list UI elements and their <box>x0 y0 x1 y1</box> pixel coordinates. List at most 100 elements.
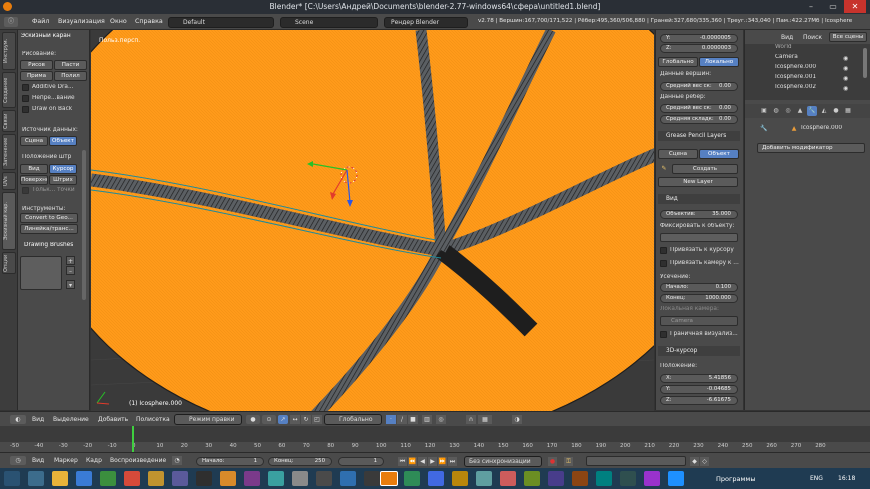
drawing-brushes-header[interactable]: Drawing Brushes <box>24 242 73 248</box>
tab-uvs[interactable]: UVs <box>2 172 16 190</box>
shelf-scrollbar[interactable] <box>82 150 86 300</box>
tl-menu-view[interactable]: Вид <box>32 457 44 464</box>
prev-keyframe-icon[interactable]: ⏪ <box>408 457 417 466</box>
occlude-icon[interactable]: ▥ <box>422 415 432 424</box>
scene-select[interactable]: Scene <box>280 17 378 28</box>
snap-icon[interactable]: ∩ <box>466 415 476 424</box>
outliner-scrollbar[interactable] <box>863 48 867 78</box>
edge-crease-field[interactable]: Средняя складк: 0.00 <box>660 115 738 124</box>
transform-z-field[interactable]: Z: 0.0000003 <box>660 44 738 53</box>
taskbar-programs[interactable]: Программы <box>716 475 755 483</box>
world-tab-icon[interactable]: ◎ <box>783 106 793 116</box>
editor-type-icon[interactable]: ⓘ <box>4 17 18 27</box>
new-layer-button[interactable]: New Layer <box>658 177 738 187</box>
manipulator-icon[interactable]: ↗ <box>278 415 288 424</box>
taskbar-app-icon[interactable] <box>620 471 636 486</box>
timeline-area[interactable]: -50-40-30-20-100102030405060708090100110… <box>0 426 870 452</box>
start-frame-field[interactable]: Начало: 1 <box>196 457 264 466</box>
modifier-tab-icon[interactable]: 🔧 <box>807 106 817 116</box>
taskbar-clock[interactable]: 16:18 <box>838 475 855 482</box>
taskbar-app-icon[interactable] <box>52 471 68 486</box>
sync-select[interactable]: Без синхронизации <box>464 456 542 467</box>
add-modifier-button[interactable]: Добавить модификатор <box>757 143 865 153</box>
grease-pencil-layers-header[interactable]: Grease Pencil Layers <box>658 131 740 141</box>
source-object-button[interactable]: Объект <box>49 136 77 146</box>
play-icon[interactable]: ▶ <box>428 457 437 466</box>
global-button[interactable]: Глобально <box>658 57 698 67</box>
taskbar-app-icon[interactable] <box>524 471 540 486</box>
taskbar-lang[interactable]: ENG <box>810 475 823 482</box>
taskbar-app-icon[interactable] <box>76 471 92 486</box>
view-section-header[interactable]: Вид <box>658 194 740 204</box>
next-keyframe-icon[interactable]: ⏩ <box>438 457 447 466</box>
engine-select[interactable]: Рендер Blender <box>384 17 468 28</box>
pivot-icon[interactable]: ⊙ <box>262 415 276 424</box>
brush-specials-icon[interactable]: ▾ <box>66 280 75 289</box>
insert-keyframe-icon[interactable]: ◆ <box>690 457 699 466</box>
keying-set-field[interactable] <box>586 456 686 466</box>
texture-tab-icon[interactable]: ▦ <box>843 106 853 116</box>
render-preview-icon[interactable]: ◑ <box>512 415 522 424</box>
tab-relations[interactable]: Связи <box>2 110 16 132</box>
lock-object-field[interactable] <box>660 233 738 242</box>
3d-cursor-section-header[interactable]: 3D-курсор <box>658 346 740 356</box>
continuous-checkbox[interactable] <box>22 95 29 102</box>
taskbar-app-icon[interactable] <box>220 471 236 486</box>
draw-on-back-checkbox[interactable] <box>22 106 29 113</box>
3d-viewport[interactable]: Польз.персп. (1) Icosphere.000 <box>91 30 654 411</box>
taskbar-blender-icon[interactable] <box>380 471 398 486</box>
taskbar-app-icon[interactable] <box>364 471 380 486</box>
taskbar-app-icon[interactable] <box>100 471 116 486</box>
convert-button[interactable]: Convert to Geo... <box>20 213 78 223</box>
remove-brush-icon[interactable]: – <box>66 266 75 275</box>
vertex-mean-weight-field[interactable]: Средний вес ск: 0.00 <box>660 82 738 91</box>
cursor-z-field[interactable]: Z: -6.61675 <box>660 396 738 405</box>
outliner-item-icosphere-002[interactable]: Icosphere.002 <box>775 84 816 90</box>
only-points-checkbox[interactable] <box>22 187 29 194</box>
timeline-ruler[interactable]: -50-40-30-20-100102030405060708090100110… <box>0 442 870 452</box>
snap-element-icon[interactable]: ▦ <box>478 415 492 424</box>
vp-menu-view[interactable]: Вид <box>32 416 44 423</box>
taskbar-app-icon[interactable] <box>476 471 492 486</box>
outliner-item-icosphere-001[interactable]: Icosphere.001 <box>775 74 816 80</box>
data-tab-icon[interactable]: ◭ <box>819 106 829 116</box>
layout-select[interactable]: Default <box>168 17 274 28</box>
shading-icon[interactable]: ● <box>246 415 260 424</box>
vp-menu-mesh[interactable]: Полисетка <box>136 416 170 423</box>
taskbar-app-icon[interactable] <box>452 471 468 486</box>
edge-select-icon[interactable]: / <box>397 415 407 424</box>
tab-tools[interactable]: Инструм. <box>2 32 16 70</box>
taskbar-app-icon[interactable] <box>28 471 44 486</box>
source-scene-button[interactable]: Сцена <box>20 136 48 146</box>
taskbar-app-icon[interactable] <box>548 471 564 486</box>
menu-help[interactable]: Справка <box>135 18 163 25</box>
poly-button[interactable]: Полил <box>54 71 87 81</box>
erase-button[interactable]: Пасти <box>54 60 87 70</box>
edge-mean-weight-field[interactable]: Средний вес ск: 0.00 <box>660 104 738 113</box>
display-mode-select[interactable]: Все сцены <box>829 32 867 42</box>
taskbar-app-icon[interactable] <box>268 471 284 486</box>
place-surface-button[interactable]: Поверхно <box>20 175 48 185</box>
editor-type-icon[interactable]: ◐ <box>10 415 26 424</box>
render-border-checkbox[interactable] <box>660 331 667 338</box>
additive-checkbox[interactable] <box>22 84 29 91</box>
outliner-item-icosphere-000[interactable]: Icosphere.000 <box>775 64 816 70</box>
eye-icon[interactable]: ◉ <box>843 54 848 63</box>
mode-select[interactable]: Режим правки <box>174 414 242 425</box>
lock-cursor-checkbox[interactable] <box>660 247 667 254</box>
proportional-edit-icon[interactable]: ◎ <box>436 415 446 424</box>
delete-keyframe-icon[interactable]: ◇ <box>700 457 709 466</box>
face-select-icon[interactable]: ■ <box>408 415 418 424</box>
translate-icon[interactable]: ↔ <box>290 415 300 424</box>
keying-set-icon[interactable]: ⚿ <box>564 457 573 466</box>
minimize-button[interactable]: – <box>800 0 822 13</box>
editor-type-icon[interactable]: ◷ <box>10 456 26 465</box>
draw-button[interactable]: Рисов <box>20 60 53 70</box>
tl-menu-playback[interactable]: Воспроизведение <box>110 457 166 464</box>
taskbar-app-icon[interactable] <box>404 471 420 486</box>
orientation-select[interactable]: Глобально <box>324 414 382 425</box>
lens-field[interactable]: Объектив: 35.000 <box>660 210 738 219</box>
taskbar-app-icon[interactable] <box>172 471 188 486</box>
ruler-button[interactable]: Линейка/транс... <box>20 224 78 234</box>
scale-icon[interactable]: ◰ <box>312 415 322 424</box>
